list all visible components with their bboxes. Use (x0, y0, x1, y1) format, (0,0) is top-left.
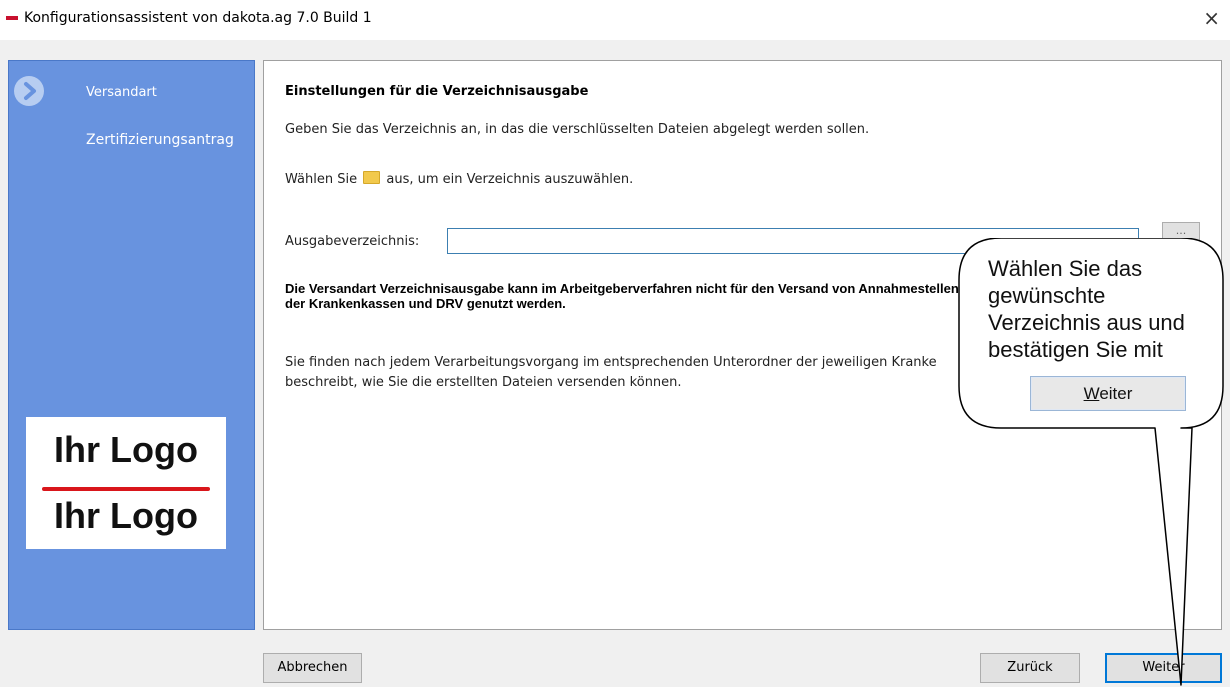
browse-folder-button[interactable]: ... (1162, 222, 1200, 242)
next-button[interactable]: Weiter (1105, 653, 1222, 683)
logo-text-top: Ihr Logo (54, 429, 198, 470)
arrow-right-icon (14, 76, 44, 106)
title-bar: Konfigurationsassistent von dakota.ag 7.… (0, 0, 1230, 40)
callout-button-mnemonic: W (1083, 384, 1100, 403)
close-icon[interactable]: × (1203, 6, 1220, 30)
folder-icon (363, 171, 381, 184)
window-title: Konfigurationsassistent von dakota.ag 7.… (24, 10, 372, 26)
callout-next-button-illustration: Weiter (1030, 376, 1186, 411)
section-heading: Einstellungen für die Verzeichnisausgabe (285, 84, 589, 99)
logo-text-bottom: Ihr Logo (54, 495, 198, 536)
info-text: Sie finden nach jedem Verarbeitungsvorga… (285, 355, 937, 390)
choose-hint-suffix: aus, um ein Verzeichnis auszuwählen. (386, 172, 634, 187)
callout-text: Wählen Sie das gewünschte Verzeichnis au… (988, 256, 1185, 362)
app-icon (6, 16, 18, 20)
output-dir-input[interactable] (447, 228, 1139, 254)
step-versandart: Versandart (86, 85, 157, 100)
output-dir-label: Ausgabeverzeichnis: (285, 234, 420, 249)
back-button[interactable]: Zurück (980, 653, 1080, 683)
logo-divider (42, 487, 210, 491)
intro-text: Geben Sie das Verzeichnis an, in das die… (285, 122, 870, 137)
cancel-button[interactable]: Abbrechen (263, 653, 362, 683)
choose-hint-prefix: Wählen Sie (285, 172, 358, 187)
choose-hint: Wählen Sie aus, um ein Verzeichnis auszu… (285, 171, 633, 187)
callout-button-rest: eiter (1099, 384, 1133, 403)
logo: Ihr Logo Ihr Logo (26, 417, 226, 549)
step-zertifizierungsantrag: Zertifizierungsantrag (86, 132, 234, 148)
warning-text: Die Versandart Verzeichnisausgabe kann i… (285, 281, 959, 311)
